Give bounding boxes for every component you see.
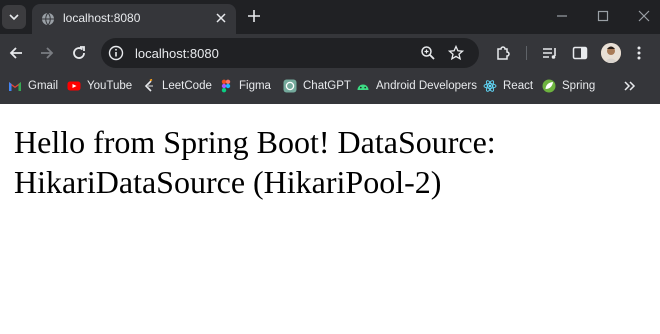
react-icon xyxy=(483,80,497,92)
page-viewport: Hello from Spring Boot! DataSource: Hika… xyxy=(0,104,660,334)
response-message: Hello from Spring Boot! DataSource: Hika… xyxy=(14,124,496,200)
address-url[interactable]: localhost:8080 xyxy=(135,46,219,61)
toolbar-separator xyxy=(526,46,527,60)
tab-title: localhost:8080 xyxy=(63,11,141,25)
profile-photo-icon xyxy=(601,43,621,63)
bookmark-react[interactable]: React xyxy=(483,76,533,96)
tab-search-button[interactable] xyxy=(2,5,26,29)
more-menu-icon[interactable] xyxy=(630,44,648,62)
bookmark-star-icon[interactable] xyxy=(448,45,464,61)
maximize-icon[interactable] xyxy=(595,8,611,24)
bookmarks-overflow-chevron-icon[interactable] xyxy=(622,78,638,94)
globe-icon xyxy=(42,12,54,26)
youtube-icon xyxy=(67,81,81,91)
bookmark-leetcode[interactable]: LeetCode xyxy=(142,76,212,96)
bookmarks-bar: Gmail YouTube LeetCode Figma ChatGPT And… xyxy=(0,72,660,100)
zoom-icon[interactable] xyxy=(420,45,436,61)
profile-avatar[interactable] xyxy=(601,43,621,63)
bookmark-chatgpt[interactable]: ChatGPT xyxy=(283,76,351,96)
close-window-icon[interactable] xyxy=(636,8,652,24)
toolbar: localhost:8080 xyxy=(0,34,660,72)
back-arrow-icon[interactable] xyxy=(7,44,25,62)
extensions-puzzle-icon[interactable] xyxy=(494,44,512,62)
address-bar[interactable]: localhost:8080 xyxy=(101,38,479,68)
bookmark-gmail[interactable]: Gmail xyxy=(8,76,58,96)
tab-strip: localhost:8080 xyxy=(0,0,660,34)
reload-icon[interactable] xyxy=(70,44,88,62)
bookmark-spring[interactable]: Spring xyxy=(542,76,595,96)
bookmark-android-developers[interactable]: Android Developers xyxy=(356,76,477,96)
forward-arrow-icon[interactable] xyxy=(38,44,56,62)
bookmark-youtube[interactable]: YouTube xyxy=(67,76,132,96)
bookmark-figma[interactable]: Figma xyxy=(219,76,271,96)
chatgpt-icon xyxy=(283,79,297,93)
side-panel-icon[interactable] xyxy=(571,44,589,62)
android-icon xyxy=(357,84,369,90)
chevron-down-icon xyxy=(9,14,19,21)
new-tab-plus-icon[interactable] xyxy=(246,8,262,24)
site-info-icon[interactable] xyxy=(108,45,124,61)
gmail-icon xyxy=(9,82,21,91)
leetcode-icon xyxy=(144,79,153,92)
tab-active[interactable]: localhost:8080 xyxy=(32,4,236,34)
spring-icon xyxy=(542,79,556,93)
media-queue-icon[interactable] xyxy=(541,44,559,62)
figma-icon xyxy=(221,79,231,93)
close-tab-icon[interactable] xyxy=(214,11,228,25)
minimize-icon[interactable] xyxy=(554,8,570,24)
